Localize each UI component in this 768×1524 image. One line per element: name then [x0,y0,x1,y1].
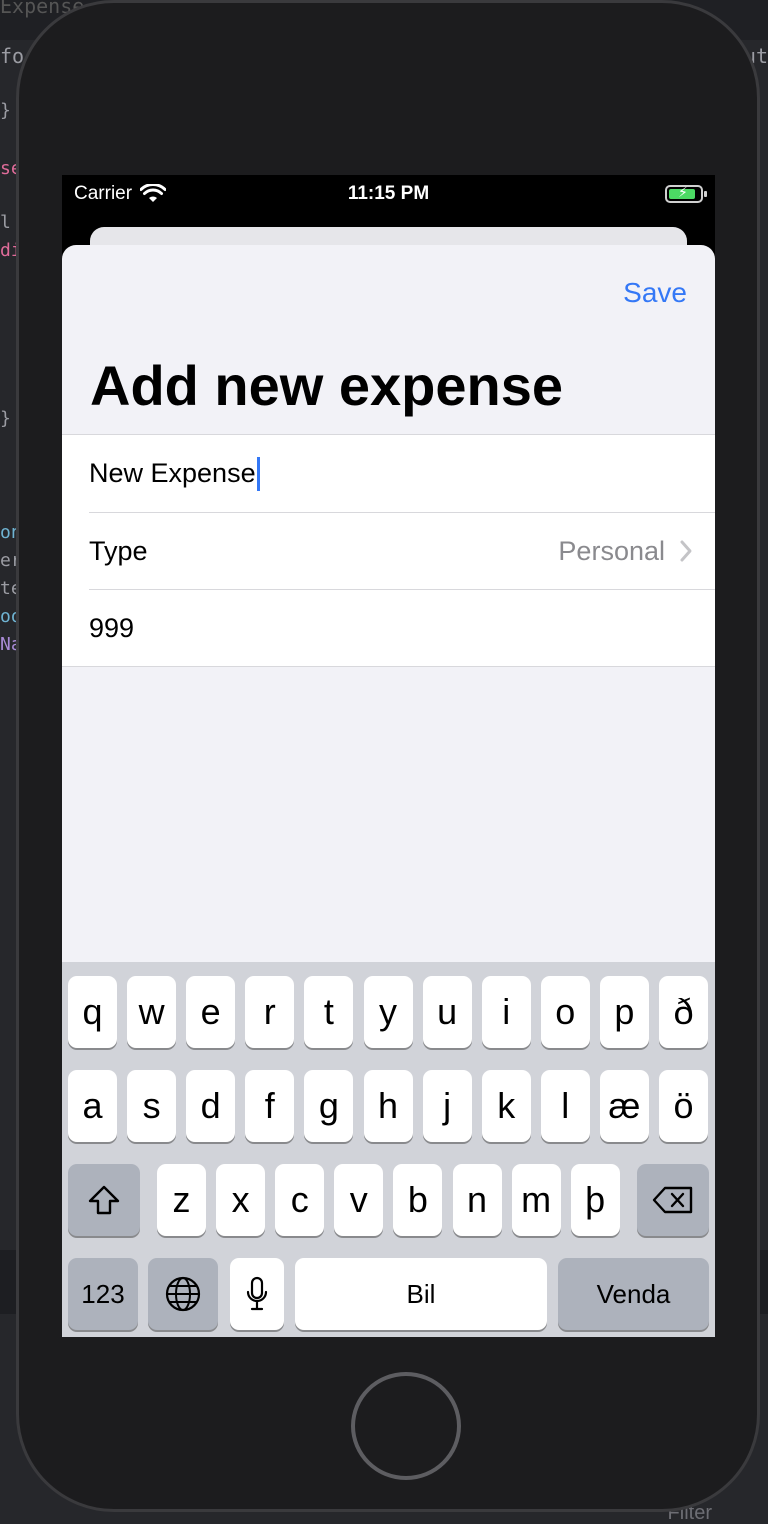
amount-row[interactable]: 999 [89,589,715,666]
key-v[interactable]: v [334,1164,384,1236]
key-e[interactable]: e [186,976,236,1048]
code-fragment: l [0,212,11,233]
type-label: Type [89,535,148,566]
home-button[interactable] [351,1372,461,1480]
type-row[interactable]: Type Personal [89,512,715,589]
key-p[interactable]: p [599,976,649,1048]
type-value: Personal [558,535,665,566]
page-title: Add new expense [90,354,564,417]
status-bar: Carrier 11:15 PM ⚡ [62,175,715,215]
key-y[interactable]: y [363,976,413,1048]
key-t[interactable]: t [304,976,354,1048]
key-l[interactable]: l [540,1070,590,1142]
return-key[interactable]: Venda [558,1258,709,1330]
numbers-key[interactable]: 123 [68,1258,138,1330]
code-fragment: } [0,408,11,429]
save-button[interactable]: Save [623,277,687,309]
battery-icon: ⚡ [665,184,707,203]
microphone-icon [246,1276,268,1311]
key-ð[interactable]: ð [659,976,708,1048]
chevron-right-icon [680,540,692,562]
phone-screen: Carrier 11:15 PM ⚡ Save Add new expense … [62,175,715,1337]
key-m[interactable]: m [511,1164,561,1236]
key-h[interactable]: h [363,1070,413,1142]
key-z[interactable]: z [157,1164,206,1236]
status-time: 11:15 PM [347,183,430,204]
key-f[interactable]: f [245,1070,295,1142]
key-j[interactable]: j [422,1070,472,1142]
key-a[interactable]: a [68,1070,117,1142]
expense-form: New Expense Type Personal 999 [62,434,715,667]
amount-field[interactable]: 999 [89,613,134,644]
name-row[interactable]: New Expense [89,435,715,512]
charging-bolt-icon: ⚡ [678,184,688,200]
keyboard: qwertyuiopð asdfghjklæö zxcvbnmþ 123 Bil… [62,962,715,1337]
key-x[interactable]: x [216,1164,266,1236]
key-i[interactable]: i [481,976,531,1048]
name-field[interactable]: New Expense [89,458,256,489]
globe-icon [165,1276,201,1312]
text-caret [256,456,260,491]
dictation-key[interactable] [230,1258,284,1330]
delete-key[interactable] [637,1164,709,1236]
key-w[interactable]: w [127,976,177,1048]
key-þ[interactable]: þ [570,1164,620,1236]
key-n[interactable]: n [452,1164,502,1236]
key-g[interactable]: g [304,1070,354,1142]
backspace-icon [652,1186,693,1214]
key-ö[interactable]: ö [659,1070,708,1142]
key-o[interactable]: o [540,976,590,1048]
key-c[interactable]: c [275,1164,325,1236]
key-b[interactable]: b [393,1164,443,1236]
key-s[interactable]: s [127,1070,177,1142]
key-æ[interactable]: æ [599,1070,649,1142]
key-k[interactable]: k [481,1070,531,1142]
key-u[interactable]: u [422,976,472,1048]
battery-cap [704,191,707,197]
key-q[interactable]: q [68,976,117,1048]
shift-key[interactable] [68,1164,140,1236]
space-key[interactable]: Bil [295,1258,547,1330]
shift-icon [88,1185,120,1215]
key-d[interactable]: d [186,1070,236,1142]
key-r[interactable]: r [245,976,295,1048]
code-fragment: } [0,100,11,121]
globe-key[interactable] [148,1258,218,1330]
